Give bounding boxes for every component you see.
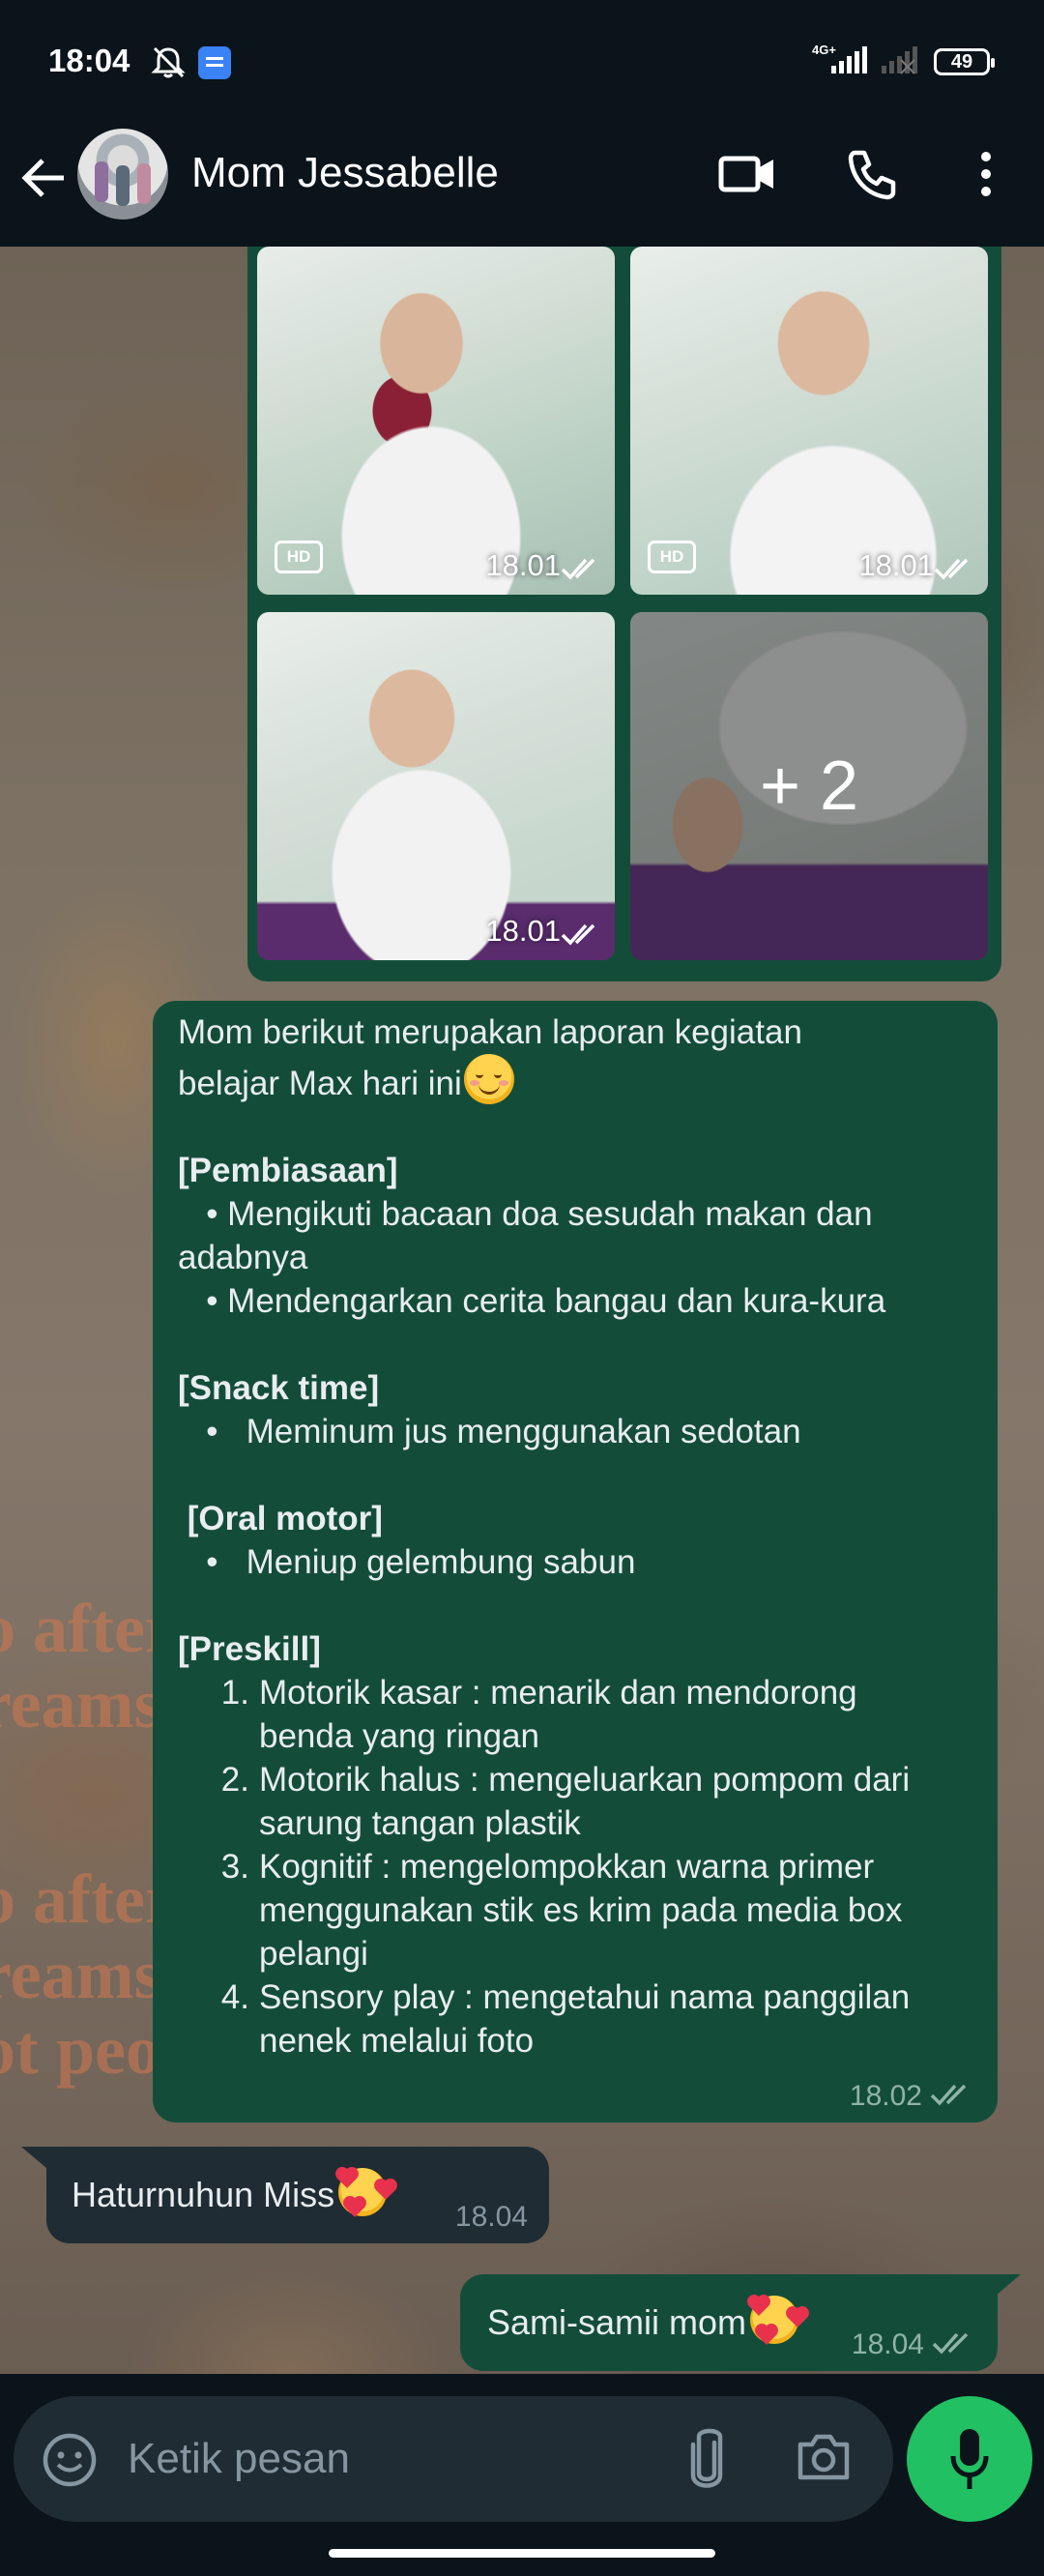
message-bubble-incoming[interactable]: Haturnuhun Miss 18.04 xyxy=(46,2147,549,2243)
chat-header: Mom Jessabelle xyxy=(0,126,1044,247)
notifications-muted-icon xyxy=(151,46,186,78)
message-input-bar: Ketik pesan xyxy=(14,2396,893,2522)
list-item-text: Sensory play : mengetahui nama panggilan… xyxy=(259,1978,911,2060)
list-number: 3. xyxy=(220,1848,249,1886)
photo-thumbnail-more[interactable]: + 2 xyxy=(630,612,988,960)
gesture-navigation-bar[interactable] xyxy=(329,2549,715,2558)
message-time: 18.04 xyxy=(851,2328,924,2360)
list-number: 2. xyxy=(220,1761,249,1799)
section-body: • Mengikuti bacaan doa sesudah makan dan… xyxy=(178,1195,886,1320)
list-item-text: Motorik kasar : menarik dan mendorong be… xyxy=(259,1674,857,1755)
list-number: 4. xyxy=(220,1978,249,2016)
more-photos-count: + 2 xyxy=(759,747,859,825)
signal-icon xyxy=(831,46,867,73)
image-album: HD 18.01 HD 18.01 18.01 + 2 xyxy=(247,247,1001,981)
section-body: • Meminum jus menggunakan sedotan xyxy=(178,1413,801,1450)
photo-thumbnail[interactable]: HD 18.01 xyxy=(257,247,615,595)
read-receipt-icon xyxy=(561,923,595,946)
smiling-face-hearts-emoji xyxy=(336,2166,396,2217)
photo-time: 18.01 xyxy=(485,914,561,948)
smiling-face-emoji xyxy=(463,1054,514,1104)
video-call-icon[interactable] xyxy=(717,149,777,199)
list-number: 1. xyxy=(220,1674,249,1712)
section-body: • Meniup gelembung sabun xyxy=(178,1543,636,1581)
smiling-face-hearts-emoji xyxy=(748,2294,807,2345)
battery-icon: 49 xyxy=(934,48,995,75)
emoji-icon[interactable] xyxy=(41,2431,99,2489)
read-receipt-icon xyxy=(934,558,969,580)
message-text: Sami-samii mom xyxy=(487,2302,747,2342)
list-item: 1. Motorik kasar : menarik dan mendorong… xyxy=(178,1671,990,1758)
message-bubble-outgoing[interactable]: Mom berikut merupakan laporan kegiatan b… xyxy=(153,1001,998,2122)
read-receipt-icon xyxy=(930,2084,967,2106)
list-item: 2. Motorik halus : mengeluarkan pompom d… xyxy=(178,1758,990,1845)
wallpaper-decoration: o after reams. xyxy=(0,1590,179,1742)
message-time: 18.02 xyxy=(849,2080,922,2112)
hd-badge: HD xyxy=(275,541,323,573)
message-input[interactable]: Ketik pesan xyxy=(128,2435,350,2483)
read-receipt-icon xyxy=(932,2332,969,2355)
section-title: [Preskill] xyxy=(178,1630,321,1668)
read-receipt-icon xyxy=(561,558,595,580)
photo-thumbnail[interactable]: 18.01 xyxy=(257,612,615,960)
list-item: 4. Sensory play : mengetahui nama panggi… xyxy=(178,1976,990,2063)
microphone-icon xyxy=(950,2429,989,2489)
hd-badge: HD xyxy=(648,541,696,573)
photo-thumbnail[interactable]: HD 18.01 xyxy=(630,247,988,595)
back-arrow-icon[interactable] xyxy=(19,153,70,203)
status-bar: 18:04 4G+ 49 xyxy=(0,0,1044,126)
message-text: Haturnuhun Miss xyxy=(72,2175,335,2214)
voice-message-button[interactable] xyxy=(907,2396,1032,2522)
message-notification-icon xyxy=(198,46,231,79)
section-title: [Snack time] xyxy=(178,1369,380,1407)
phone-call-icon[interactable] xyxy=(845,147,899,201)
list-item: 3. Kognitif : mengelompokkan warna prime… xyxy=(178,1845,990,1976)
section-title: [Pembiasaan] xyxy=(178,1152,398,1189)
signal-weak-icon xyxy=(882,46,917,74)
chat-area[interactable]: o afterreams. o afterreamsot peopl HD 18… xyxy=(0,247,1044,2374)
list-item-text: Kognitif : mengelompokkan warna primer m… xyxy=(259,1848,903,1973)
list-item-text: Motorik halus : mengeluarkan pompom dari… xyxy=(259,1761,911,1842)
contact-name[interactable]: Mom Jessabelle xyxy=(191,149,499,197)
preskill-list: 1. Motorik kasar : menarik dan mendorong… xyxy=(178,1671,990,2063)
photo-time: 18.01 xyxy=(485,548,561,582)
paperclip-icon[interactable] xyxy=(685,2425,728,2491)
more-options-icon[interactable] xyxy=(967,147,1005,201)
section-title: [Oral motor] xyxy=(178,1500,383,1537)
contact-avatar[interactable] xyxy=(77,129,168,220)
message-bubble-outgoing[interactable]: Sami-samii mom 18.04 xyxy=(460,2274,998,2371)
camera-icon[interactable] xyxy=(795,2429,853,2483)
photo-time: 18.01 xyxy=(858,548,934,582)
message-time: 18.04 xyxy=(454,2201,528,2233)
status-time: 18:04 xyxy=(48,43,130,78)
